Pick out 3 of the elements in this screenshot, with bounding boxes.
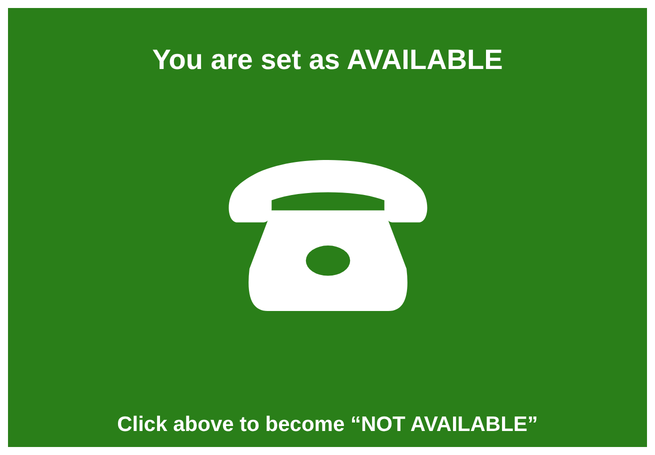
phone-icon[interactable] <box>226 160 428 311</box>
hint-text: Click above to become “NOT AVAILABLE” <box>117 413 538 437</box>
status-title: You are set as AVAILABLE <box>152 44 503 76</box>
